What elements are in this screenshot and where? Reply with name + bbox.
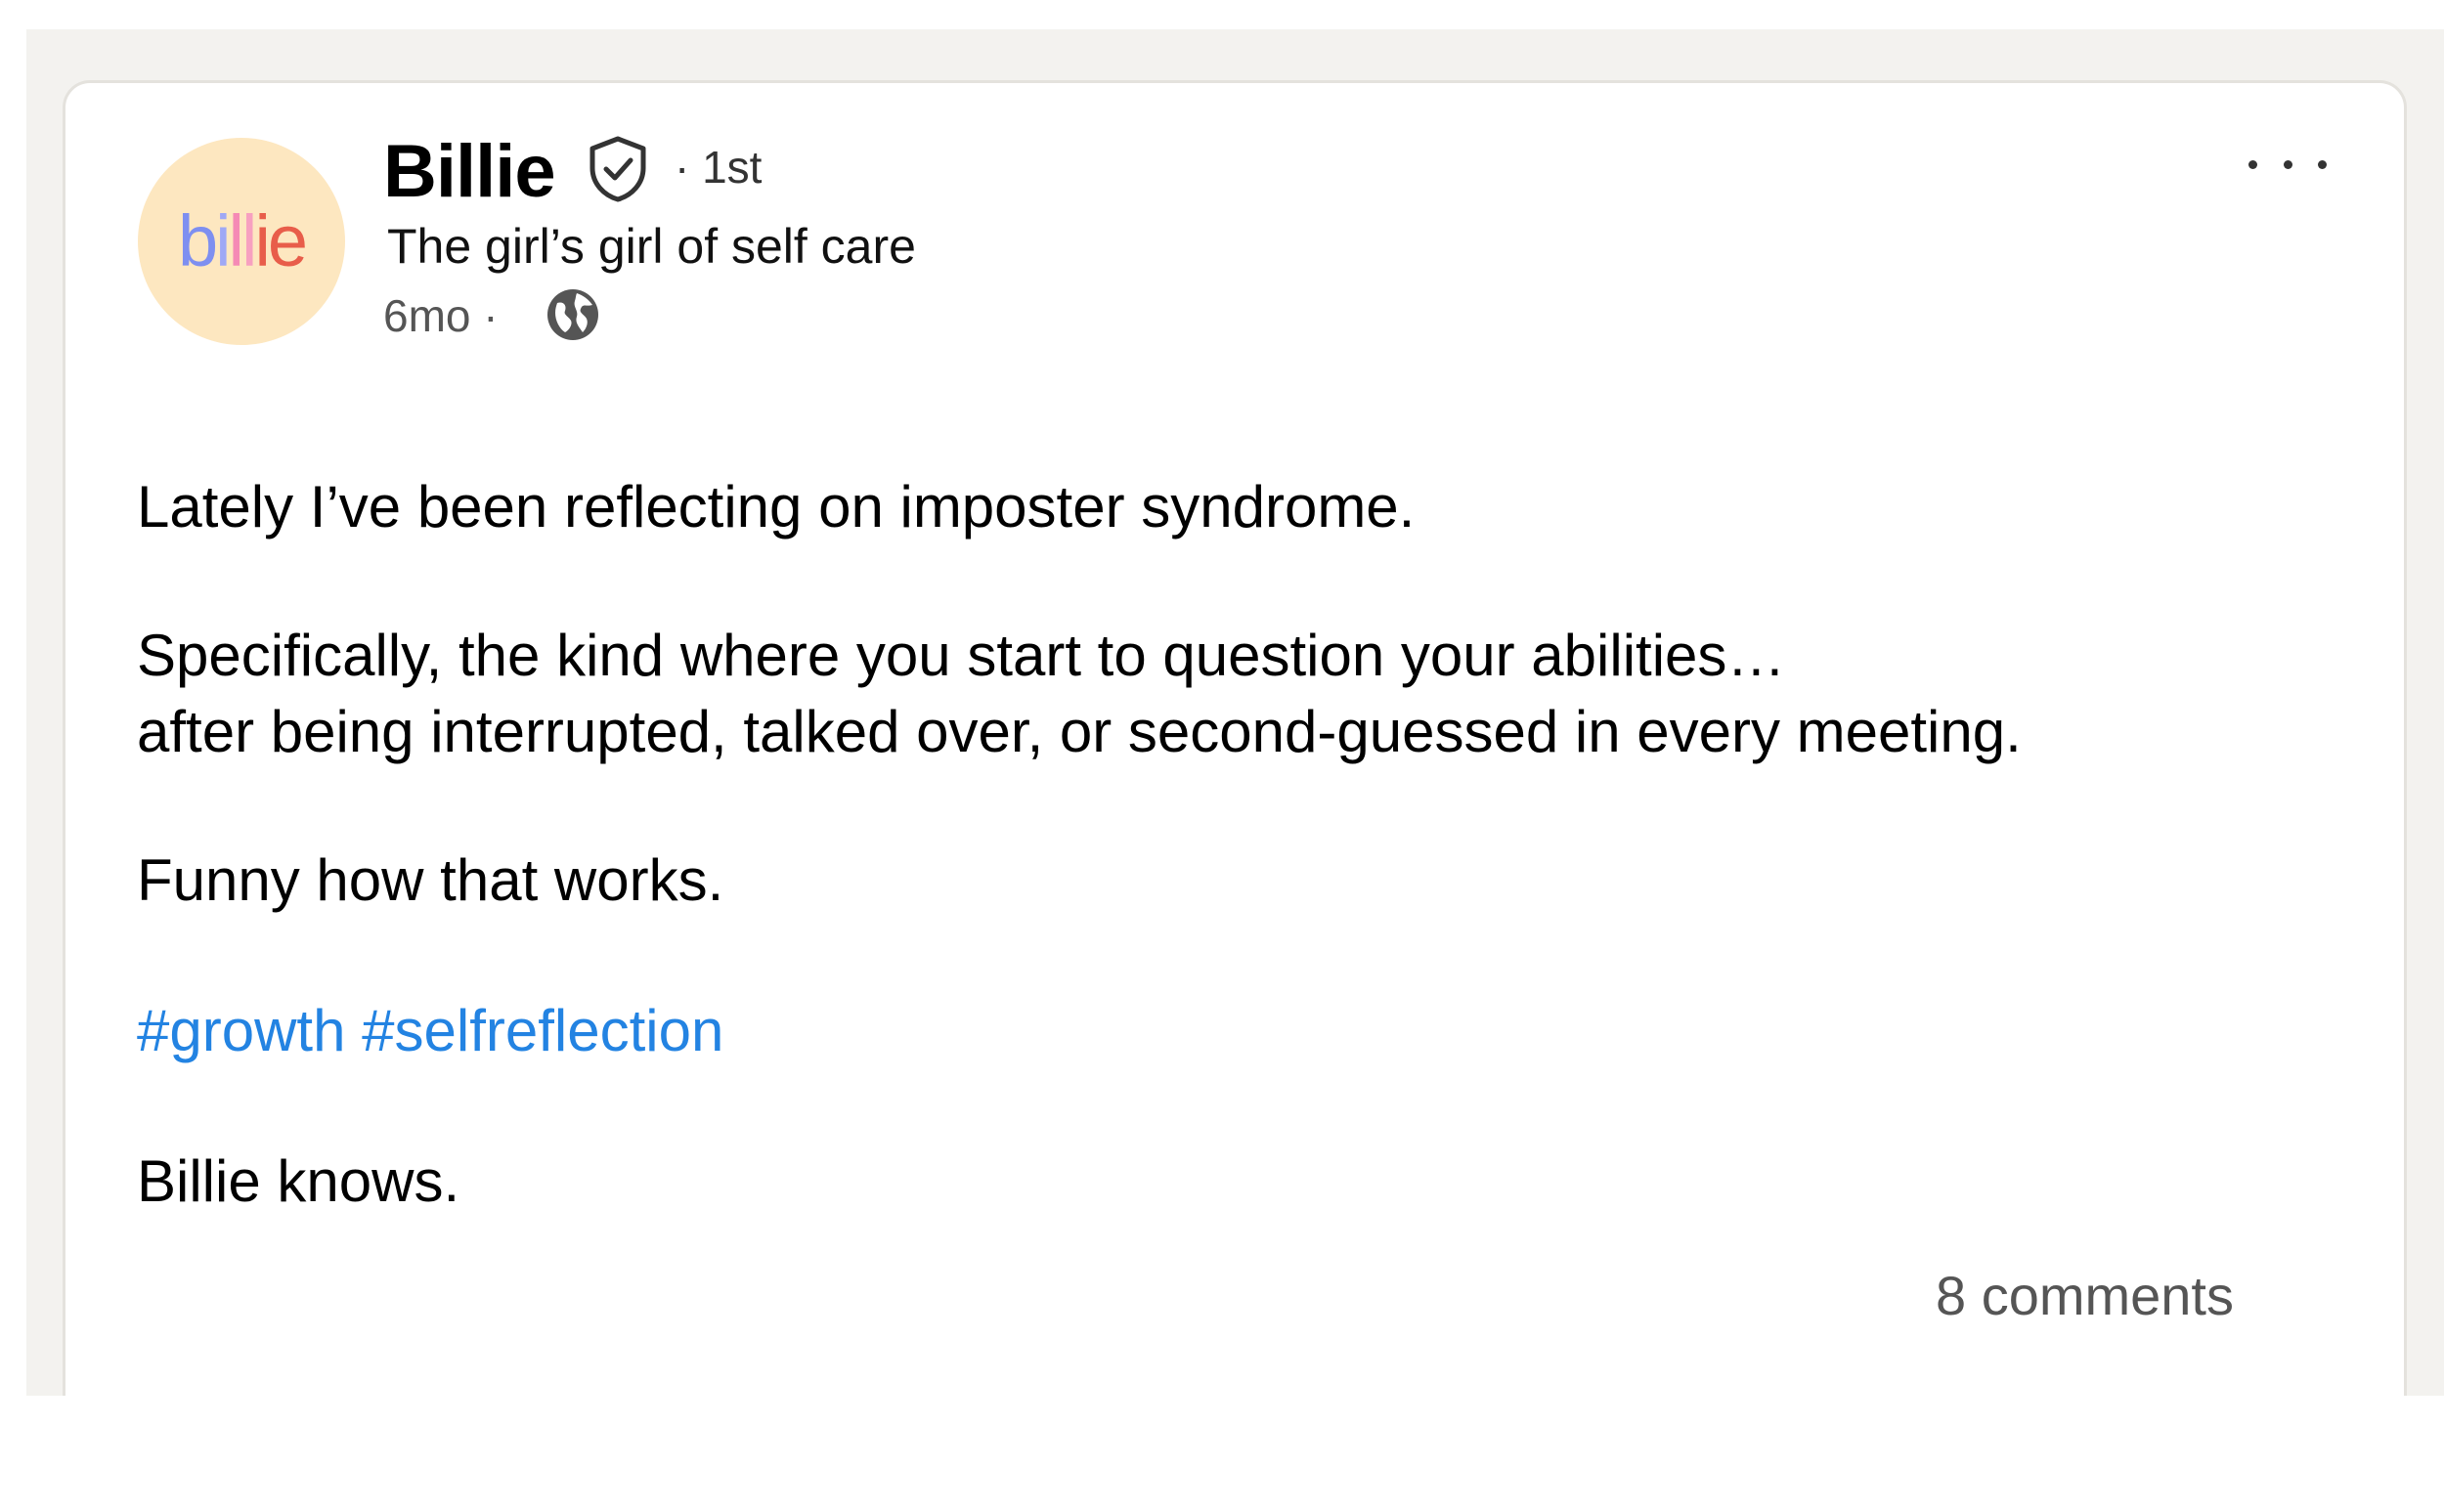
globe-icon: [547, 289, 598, 340]
avatar-letter: l: [241, 200, 258, 281]
avatar-letter: i: [215, 200, 232, 281]
post-line: Specifically, the kind where you start t…: [137, 623, 1786, 688]
hashtag-link[interactable]: #selfreflection: [362, 998, 723, 1063]
more-options-icon[interactable]: [2248, 147, 2327, 182]
comments-count-link[interactable]: 8 comments: [1936, 1263, 2234, 1328]
post-paragraph: Lately I’ve been reflecting on imposter …: [137, 474, 1416, 540]
author-name[interactable]: Billie: [383, 127, 556, 216]
post-paragraph: Funny how that works.: [137, 847, 724, 913]
avatar-letter: i: [254, 200, 271, 281]
avatar-letter: l: [228, 200, 245, 281]
verified-shield-icon: [589, 136, 646, 202]
avatar-letter: b: [177, 200, 218, 281]
post-line: after being interrupted, talked over, or…: [137, 699, 2022, 764]
hashtag-line: #growth #selfreflection: [137, 993, 723, 1069]
author-avatar[interactable]: billie: [138, 138, 345, 345]
avatar-letter: e: [267, 200, 308, 281]
post-paragraph: Specifically, the kind where you start t…: [137, 618, 2022, 770]
post-paragraph: Billie knows.: [137, 1148, 460, 1214]
menu-dot: [2283, 159, 2292, 169]
author-headline: The girl’s girl of self care: [387, 219, 916, 274]
hashtag-link[interactable]: #growth: [137, 998, 345, 1063]
menu-dot: [2318, 159, 2327, 169]
connection-degree: · 1st: [675, 142, 763, 193]
post-timestamp: 6mo ·: [383, 290, 499, 341]
menu-dot: [2248, 159, 2257, 169]
